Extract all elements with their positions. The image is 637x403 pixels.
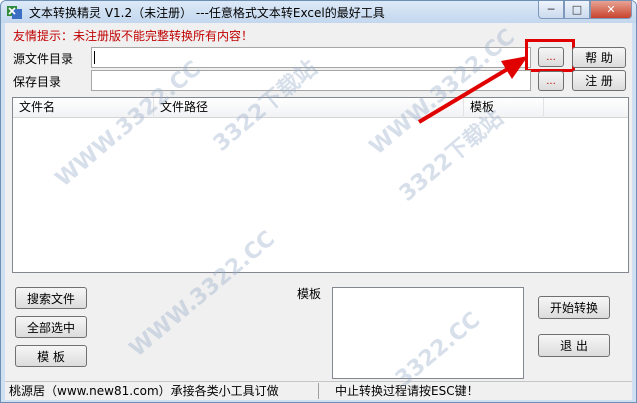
template-button[interactable]: 模 板 bbox=[15, 345, 87, 367]
client-area: 友情提示：未注册版不能完整转换所有内容！ 源文件目录 ... 帮 助 保存目录 … bbox=[5, 23, 632, 400]
notice-text: 友情提示：未注册版不能完整转换所有内容！ bbox=[13, 29, 254, 43]
text-cursor bbox=[94, 51, 95, 64]
template-area-label: 模板 bbox=[297, 287, 322, 301]
source-dir-label: 源文件目录 bbox=[13, 52, 74, 66]
maximize-icon[interactable]: □ bbox=[564, 1, 590, 19]
app-icon bbox=[7, 6, 22, 19]
save-dir-input[interactable] bbox=[91, 70, 531, 91]
minimize-icon[interactable]: ─ bbox=[538, 1, 564, 19]
source-dir-input[interactable] bbox=[91, 47, 531, 68]
help-button[interactable]: 帮 助 bbox=[572, 47, 626, 68]
app-window: 文本转换精灵 V1.2（未注册） ---任意格式文本转Excel的最好工具 ─ … bbox=[0, 0, 637, 403]
column-header-template[interactable]: 模板 bbox=[464, 98, 544, 118]
file-list-header: 文件名 文件路径 模板 bbox=[13, 98, 628, 118]
column-header-filepath[interactable]: 文件路径 bbox=[154, 98, 464, 118]
window-controls: ─ □ ✕ bbox=[538, 1, 632, 19]
file-list[interactable]: 文件名 文件路径 模板 bbox=[12, 97, 629, 273]
status-right-text: 中止转换过程请按ESC键！ bbox=[335, 384, 479, 398]
search-files-button[interactable]: 搜索文件 bbox=[15, 287, 87, 309]
title-bar[interactable]: 文本转换精灵 V1.2（未注册） ---任意格式文本转Excel的最好工具 ─ … bbox=[1, 1, 636, 23]
highlight-box bbox=[525, 39, 575, 72]
save-browse-button[interactable]: ... bbox=[538, 71, 564, 91]
close-icon[interactable]: ✕ bbox=[590, 1, 632, 19]
start-convert-button[interactable]: 开始转换 bbox=[538, 296, 610, 319]
status-left-text: 桃源居（www.new81.com）承接各类小工具订做 bbox=[9, 384, 279, 398]
window-title: 文本转换精灵 V1.2（未注册） ---任意格式文本转Excel的最好工具 bbox=[29, 6, 385, 20]
register-button[interactable]: 注 册 bbox=[572, 70, 626, 91]
column-header-filler bbox=[544, 98, 628, 118]
select-all-button[interactable]: 全部选中 bbox=[15, 316, 87, 338]
status-separator bbox=[318, 383, 319, 399]
template-preview-box[interactable] bbox=[332, 287, 524, 379]
column-header-filename[interactable]: 文件名 bbox=[13, 98, 154, 118]
save-dir-label: 保存目录 bbox=[13, 75, 62, 89]
status-bar: 桃源居（www.new81.com）承接各类小工具订做 中止转换过程请按ESC键… bbox=[5, 381, 632, 400]
exit-button[interactable]: 退 出 bbox=[538, 334, 610, 357]
